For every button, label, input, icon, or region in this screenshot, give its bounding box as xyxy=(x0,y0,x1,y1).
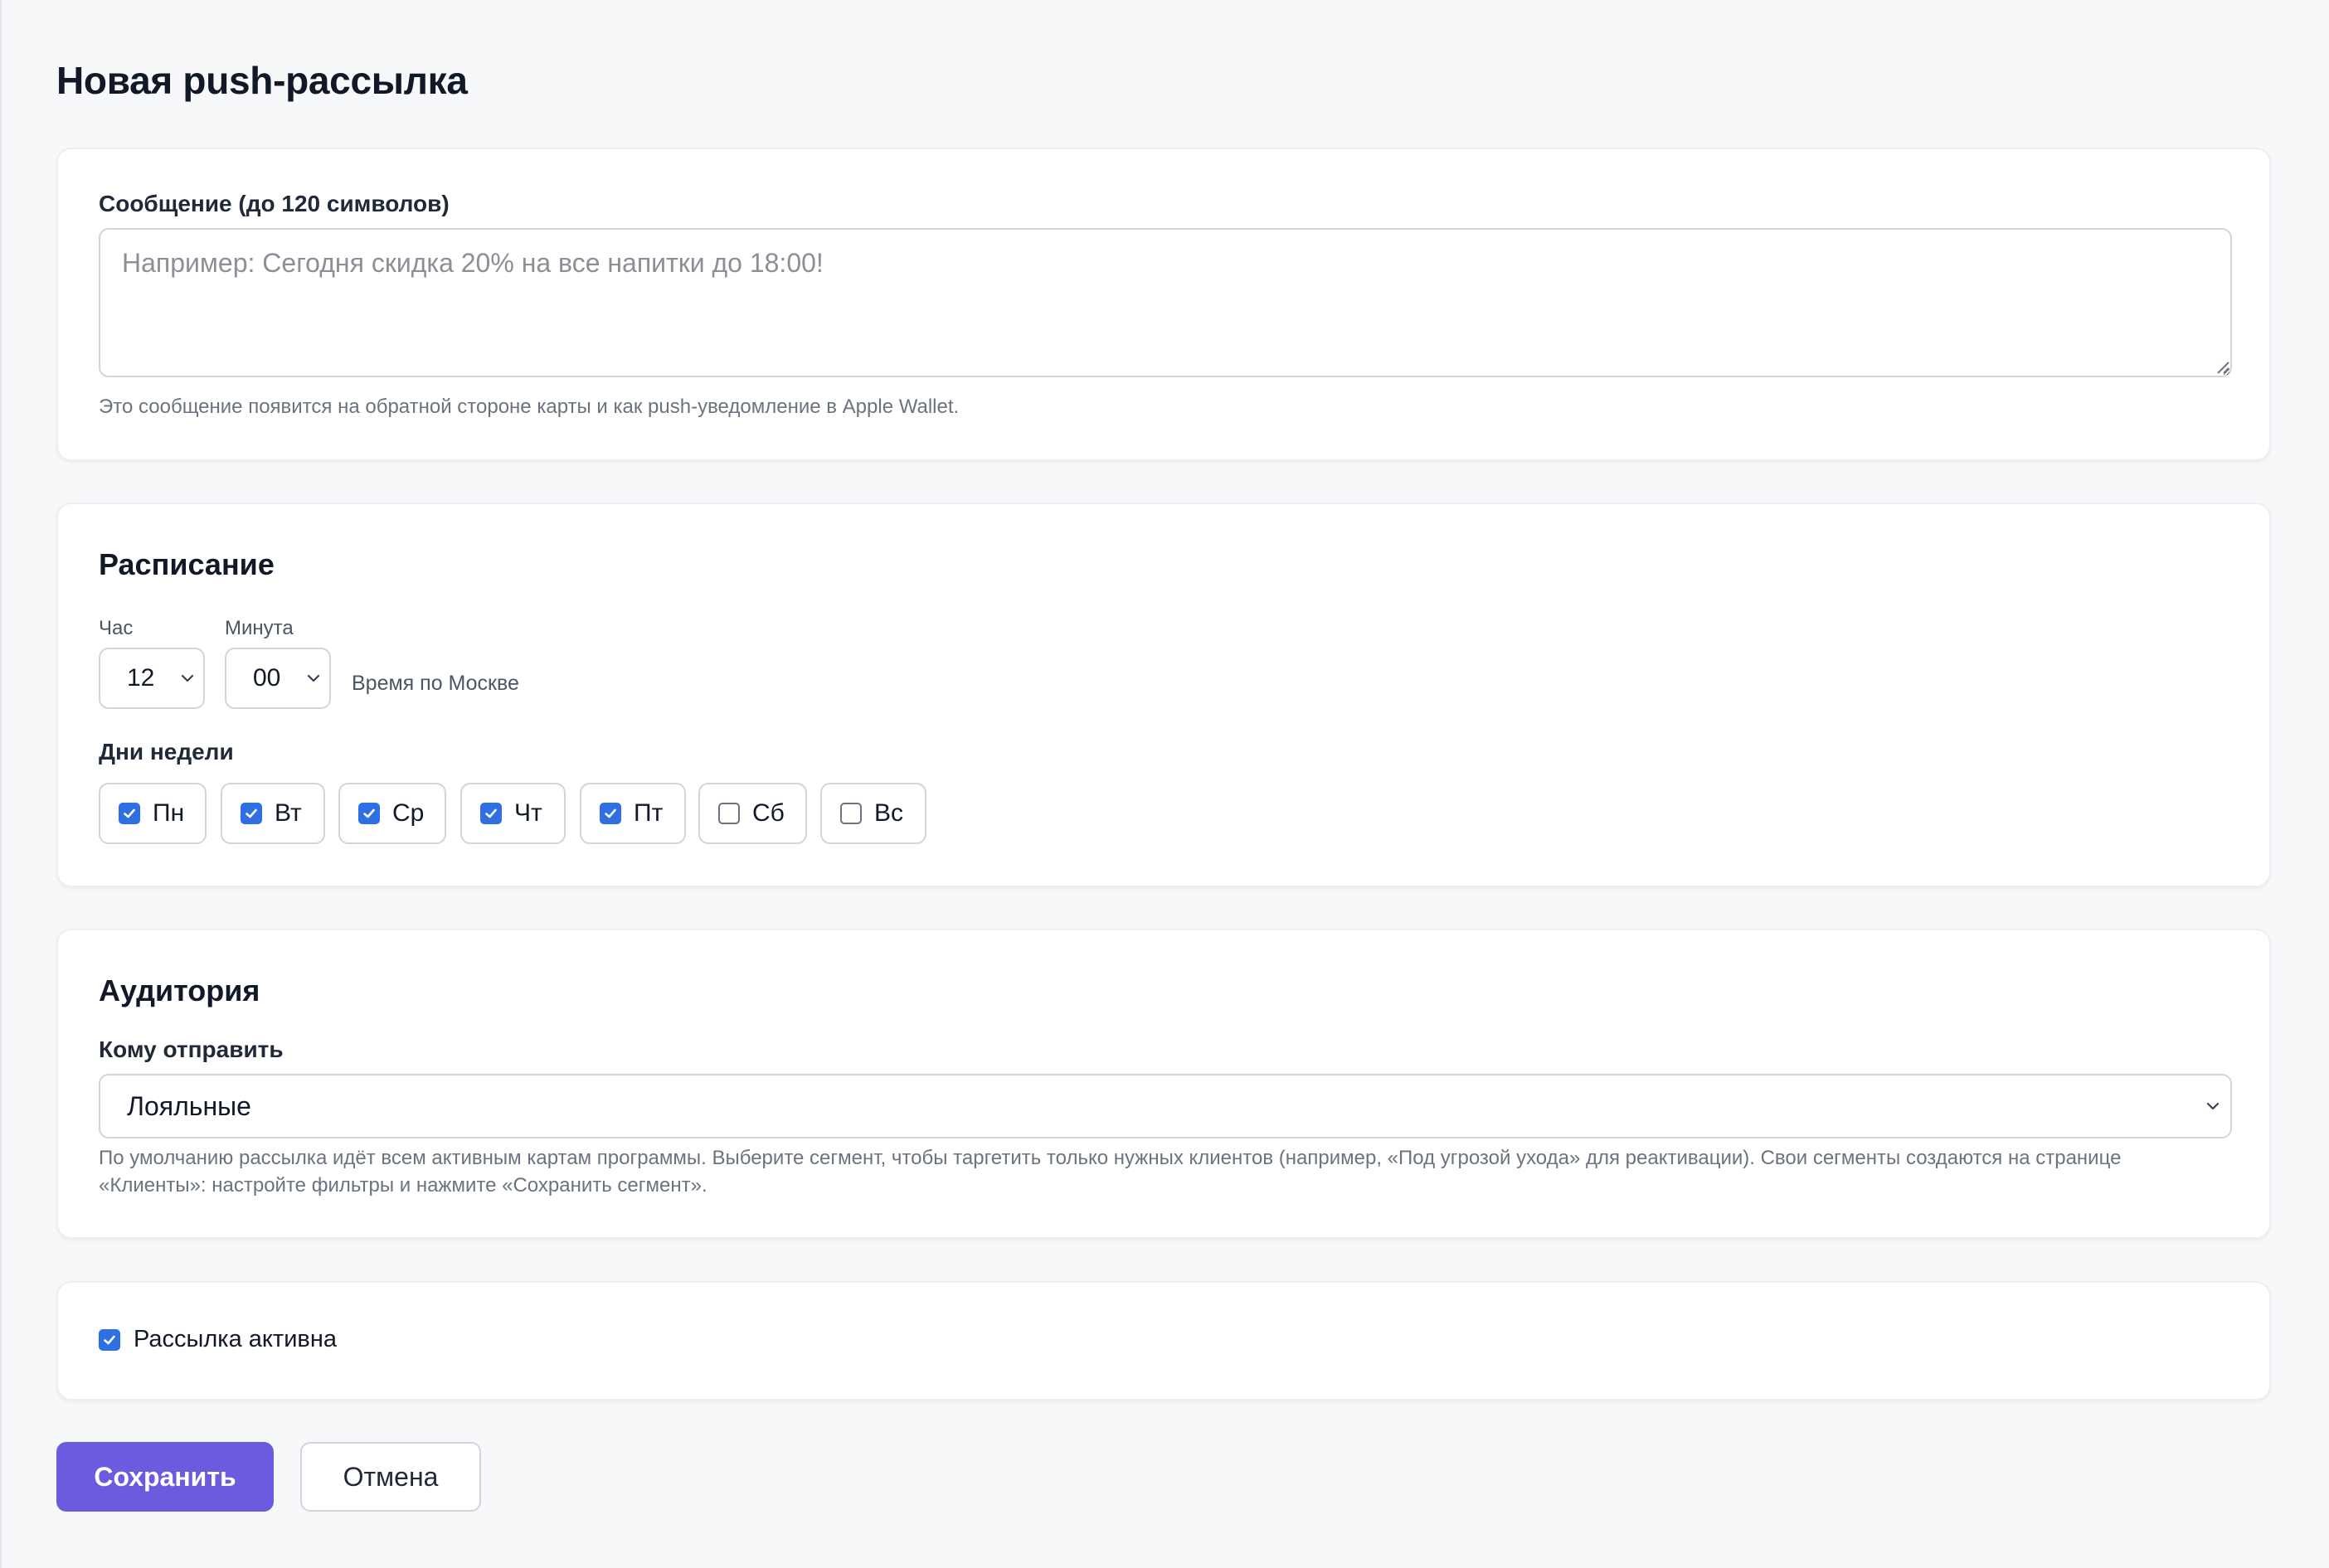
timezone-note: Время по Москве xyxy=(352,672,519,695)
check-icon xyxy=(485,808,497,818)
chevron-down-icon xyxy=(181,674,194,682)
check-icon xyxy=(246,808,257,818)
days-label: Дни недели xyxy=(99,739,234,765)
hour-label: Час xyxy=(99,617,134,639)
chevron-down-icon xyxy=(2206,1102,2220,1110)
day-checkbox[interactable] xyxy=(840,803,862,824)
day-label: Вс xyxy=(874,799,904,827)
audience-segment-select[interactable]: Лояльные xyxy=(99,1074,2232,1138)
audience-title: Аудитория xyxy=(99,973,260,1007)
message-textarea[interactable] xyxy=(99,228,2232,377)
day-checkbox[interactable] xyxy=(718,803,740,824)
day-checkbox[interactable] xyxy=(358,803,380,824)
check-icon xyxy=(605,808,616,818)
minute-select-value: 00 xyxy=(253,664,281,692)
chevron-down-icon xyxy=(307,674,320,682)
audience-card: Аудитория Кому отправить Лояльные По умо… xyxy=(56,929,2271,1239)
check-icon xyxy=(104,1335,115,1344)
active-checkbox[interactable] xyxy=(99,1328,120,1351)
campaign-active-toggle[interactable]: Рассылка активна xyxy=(99,1326,337,1353)
check-icon xyxy=(363,808,375,818)
message-card: Сообщение (до 120 символов) Это сообщени… xyxy=(56,148,2271,461)
day-label: Вт xyxy=(275,799,302,827)
day-label: Чт xyxy=(514,799,542,827)
day-toggle-wed[interactable]: Ср xyxy=(338,783,446,844)
schedule-title: Расписание xyxy=(99,547,275,581)
cancel-button[interactable]: Отмена xyxy=(300,1442,481,1512)
audience-label: Кому отправить xyxy=(99,1036,284,1062)
audience-select-value: Лояльные xyxy=(127,1090,251,1121)
page-left-border xyxy=(0,0,2,1568)
day-toggle-thu[interactable]: Чт xyxy=(460,783,566,844)
message-label: Сообщение (до 120 символов) xyxy=(99,191,450,216)
day-toggle-fri[interactable]: Пт xyxy=(580,783,686,844)
day-toggle-tue[interactable]: Вт xyxy=(221,783,325,844)
minute-label: Минута xyxy=(225,617,294,639)
day-checkbox[interactable] xyxy=(480,803,502,824)
day-label: Ср xyxy=(392,799,425,827)
day-label: Пн xyxy=(153,799,185,827)
minute-select[interactable]: 00 xyxy=(225,648,331,709)
save-button[interactable]: Сохранить xyxy=(56,1442,274,1512)
hour-select[interactable]: 12 xyxy=(99,648,205,709)
schedule-card: Расписание Час Минута 12 00 Время по Мос… xyxy=(56,502,2271,887)
hour-select-value: 12 xyxy=(127,664,155,692)
day-toggle-mon[interactable]: Пн xyxy=(99,783,207,844)
active-label: Рассылка активна xyxy=(134,1326,337,1352)
day-checkbox[interactable] xyxy=(600,803,621,824)
page-title: Новая push-рассылка xyxy=(56,59,468,102)
message-hint: Это сообщение появится на обратной сторо… xyxy=(99,396,960,418)
day-toggle-sat[interactable]: Сб xyxy=(698,783,807,844)
check-icon xyxy=(124,808,135,818)
day-label: Сб xyxy=(752,799,785,827)
day-label: Пт xyxy=(634,799,664,827)
day-toggle-sun[interactable]: Вс xyxy=(820,783,926,844)
active-card: Рассылка активна xyxy=(56,1281,2271,1401)
day-checkbox[interactable] xyxy=(241,803,262,824)
day-checkbox[interactable] xyxy=(119,803,140,824)
audience-hint: По умолчанию рассылка идёт всем активным… xyxy=(99,1147,2122,1197)
